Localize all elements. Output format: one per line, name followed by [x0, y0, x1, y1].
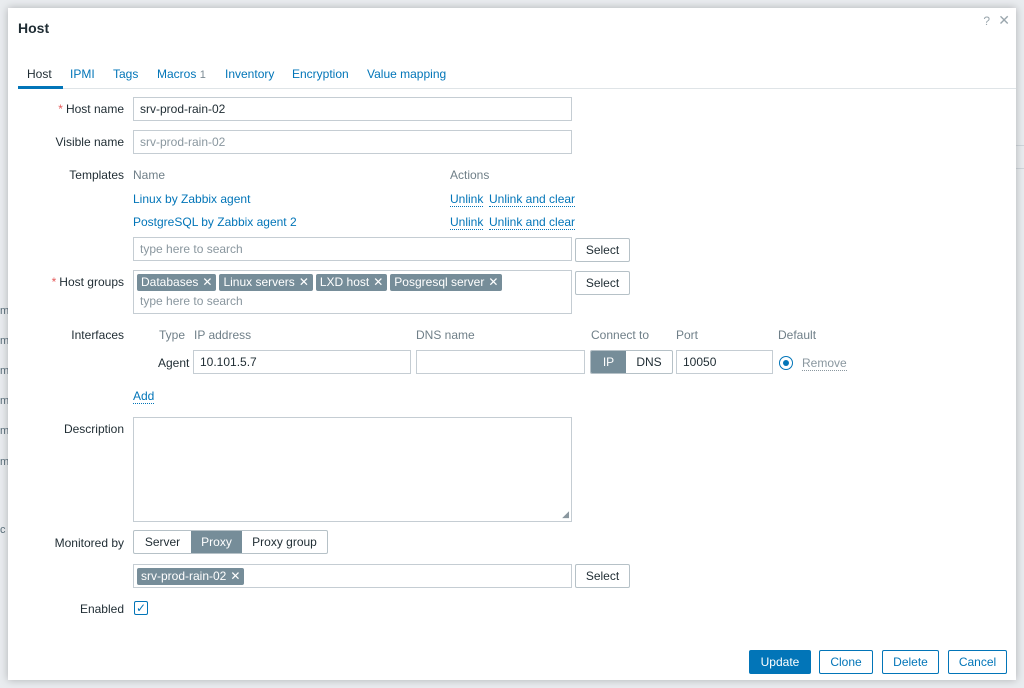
tab-macros-label: Macros: [157, 67, 197, 81]
interfaces-col-port: Port: [676, 328, 699, 342]
interfaces-label: Interfaces: [71, 328, 124, 342]
remove-interface-link[interactable]: Remove: [802, 356, 847, 371]
remove-chip-icon[interactable]: ✕: [373, 275, 383, 289]
bg-divider: [1016, 168, 1024, 169]
bg-divider: [1016, 145, 1024, 146]
template-link-linux[interactable]: Linux by Zabbix agent: [133, 192, 250, 206]
resize-handle-icon[interactable]: ◢: [562, 509, 569, 520]
monitored-by-label: Monitored by: [54, 536, 124, 550]
tab-macros[interactable]: Macros 1: [157, 67, 206, 81]
cancel-button[interactable]: Cancel: [948, 650, 1007, 674]
tab-host[interactable]: Host: [27, 67, 52, 81]
dialog-title: Host: [18, 20, 50, 36]
required-marker: *: [58, 102, 63, 116]
macros-count-badge: 1: [199, 69, 206, 81]
host-groups-select-button[interactable]: Select: [575, 271, 630, 295]
remove-chip-icon[interactable]: ✕: [202, 275, 212, 289]
chip-label: Databases: [141, 275, 199, 289]
bg-letter: m: [0, 395, 10, 407]
tab-encryption[interactable]: Encryption: [292, 67, 349, 81]
host-group-chip: Posgresql server ✕: [390, 274, 503, 291]
delete-button[interactable]: Delete: [882, 650, 939, 674]
monitored-by-proxy-group[interactable]: Proxy group: [242, 531, 327, 553]
bg-letter: m: [0, 456, 10, 468]
enabled-checkbox[interactable]: ✓: [134, 601, 148, 615]
templates-col-name: Name: [133, 168, 166, 182]
proxy-chip: srv-prod-rain-02 ✕: [137, 568, 245, 585]
description-textarea[interactable]: ◢: [133, 417, 572, 522]
visible-name-label: Visible name: [55, 135, 124, 149]
enabled-label: Enabled: [79, 602, 124, 616]
host-group-chip: LXD host ✕: [315, 274, 388, 291]
monitored-by-proxy[interactable]: Proxy: [191, 531, 242, 553]
templates-label: Templates: [69, 168, 124, 182]
tab-tags[interactable]: Tags: [113, 67, 138, 81]
remove-chip-icon[interactable]: ✕: [488, 275, 498, 289]
templates-search-input[interactable]: type here to search: [133, 237, 572, 261]
interface-ip-input[interactable]: 10.101.5.7: [193, 350, 411, 374]
interface-type: Agent: [158, 356, 190, 370]
remove-chip-icon[interactable]: ✕: [299, 275, 309, 289]
chip-label: srv-prod-rain-02: [141, 569, 227, 583]
proxy-select-button[interactable]: Select: [575, 564, 630, 588]
bg-letter: m: [0, 305, 10, 317]
host-group-chip: Linux servers ✕: [219, 274, 313, 291]
host-groups-chip-row: Databases ✕ Linux servers ✕ LXD host ✕ Posgres…: [137, 274, 568, 292]
monitored-by-toggle: Server Proxy Proxy group: [133, 530, 328, 554]
connect-dns-option[interactable]: DNS: [626, 351, 672, 373]
interfaces-col-connect: Connect to: [591, 328, 650, 342]
host-group-chip: Databases ✕: [137, 274, 217, 291]
template-link-postgresql[interactable]: PostgreSQL by Zabbix agent 2: [133, 215, 297, 229]
tab-ipmi[interactable]: IPMI: [70, 67, 95, 81]
tab-bar: Host IPMI Tags Macros 1 Inventory Encryp…: [18, 64, 1016, 89]
tab-inventory[interactable]: Inventory: [225, 67, 274, 81]
active-tab-indicator: [18, 86, 63, 89]
interfaces-col-dns: DNS name: [416, 328, 475, 342]
remove-chip-icon[interactable]: ✕: [230, 569, 240, 583]
interface-dns-input[interactable]: [416, 350, 585, 374]
host-dialog: Host ? ✕ Host IPMI Tags Macros 1 Invento…: [8, 8, 1016, 680]
host-groups-label: * Host groups: [4, 275, 124, 289]
monitored-by-server[interactable]: Server: [134, 531, 191, 553]
connect-ip-option[interactable]: IP: [591, 351, 626, 373]
bg-letter: m: [0, 365, 10, 377]
host-groups-label-text: Host groups: [59, 275, 124, 289]
description-label: Description: [63, 422, 124, 436]
required-marker: *: [51, 275, 57, 289]
bg-letter: c: [0, 524, 6, 536]
help-icon[interactable]: ?: [983, 14, 990, 28]
visible-name-input[interactable]: srv-prod-rain-02: [133, 130, 572, 154]
close-icon[interactable]: ✕: [998, 12, 1010, 29]
default-interface-radio[interactable]: [779, 356, 793, 370]
proxy-multiselect[interactable]: srv-prod-rain-02 ✕: [133, 564, 572, 588]
host-name-label: * Host name: [4, 102, 124, 116]
host-name-label-text: Host name: [65, 102, 124, 116]
add-interface-link[interactable]: Add: [133, 389, 155, 404]
chip-label: LXD host: [319, 275, 370, 289]
unlink-link[interactable]: Unlink: [450, 192, 484, 207]
unlink-and-clear-link[interactable]: Unlink and clear: [489, 192, 576, 207]
chip-label: Linux servers: [223, 275, 295, 289]
templates-col-actions: Actions: [450, 168, 490, 182]
tab-value-mapping[interactable]: Value mapping: [367, 67, 446, 81]
update-button[interactable]: Update: [749, 650, 811, 674]
unlink-link[interactable]: Unlink: [450, 215, 484, 230]
chip-label: Posgresql server: [394, 275, 485, 289]
interfaces-col-type: Type: [159, 328, 186, 342]
host-groups-multiselect[interactable]: Databases ✕ Linux servers ✕ LXD host ✕ Posgres…: [133, 270, 572, 314]
interfaces-col-default: Default: [778, 328, 817, 342]
host-name-input[interactable]: srv-prod-rain-02: [133, 97, 572, 121]
unlink-and-clear-link[interactable]: Unlink and clear: [489, 215, 576, 230]
connect-to-toggle: IP DNS: [590, 350, 673, 374]
interfaces-col-ip: IP address: [194, 328, 252, 342]
host-groups-search-placeholder[interactable]: type here to search: [137, 292, 568, 310]
templates-select-button[interactable]: Select: [575, 238, 630, 262]
interface-port-input[interactable]: 10050: [676, 350, 773, 374]
clone-button[interactable]: Clone: [819, 650, 873, 674]
